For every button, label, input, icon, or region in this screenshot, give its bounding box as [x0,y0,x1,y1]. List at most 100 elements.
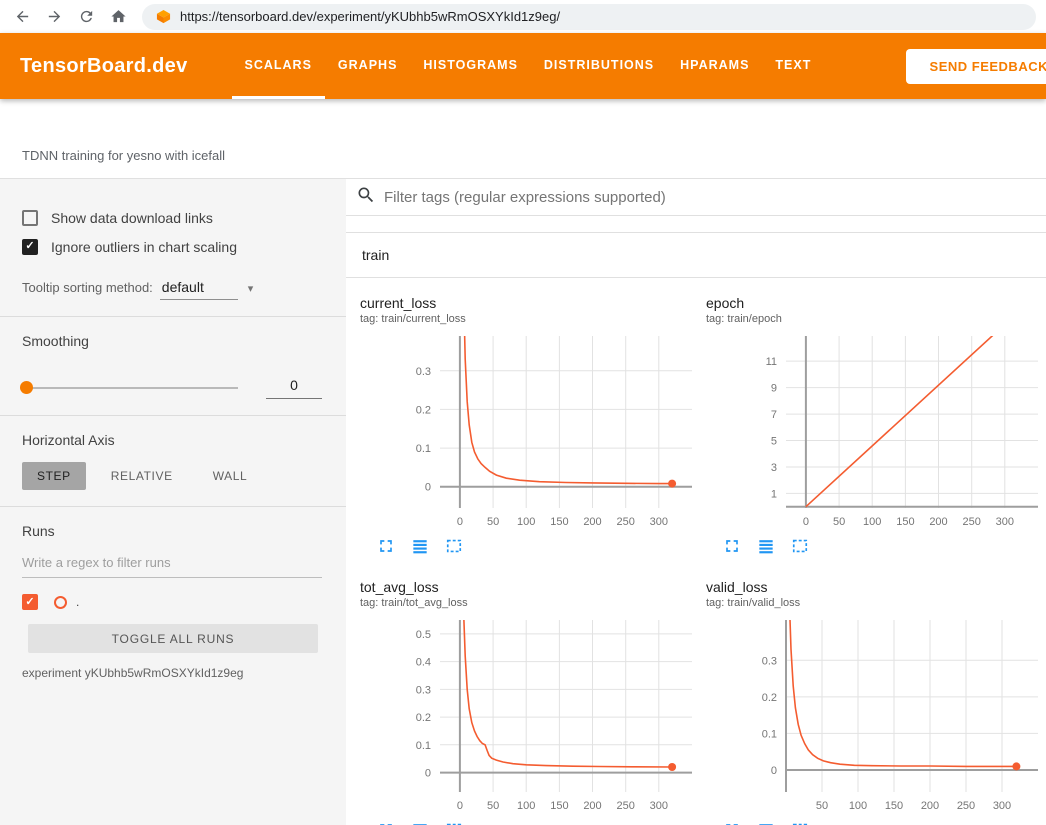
app-header: TensorBoard.dev SCALARS GRAPHS HISTOGRAM… [0,33,1046,99]
tab-histograms[interactable]: HISTOGRAMS [410,33,531,99]
toggle-y-axis-icon[interactable] [410,536,430,556]
experiment-id-caption: experiment yKUbhb5wRmOSXYkId1z9eg [22,666,322,680]
svg-text:200: 200 [583,516,601,528]
svg-text:50: 50 [816,800,828,812]
tooltip-sorting-select[interactable]: default [160,279,238,300]
chart-toolbar [376,536,706,556]
run-row[interactable]: ✓ . [22,594,322,610]
chart-tag: tag: train/current_loss [360,312,706,327]
chart-title: current_loss [360,294,706,312]
experiment-title-bar: TDNN training for yesno with icefall [0,99,1046,178]
svg-text:100: 100 [863,516,881,528]
address-bar[interactable]: https://tensorboard.dev/experiment/yKUbh… [142,4,1036,30]
slider-handle[interactable] [20,381,33,394]
svg-text:150: 150 [885,800,903,812]
svg-text:300: 300 [993,800,1011,812]
tab-graphs[interactable]: GRAPHS [325,33,410,99]
expand-chart-icon[interactable] [376,820,396,825]
svg-text:50: 50 [487,516,499,528]
run-checkbox[interactable]: ✓ [22,594,38,610]
chart-plot[interactable]: 05010015020025030000.10.20.30.40.5 [360,615,706,816]
chart-toolbar [376,820,706,825]
svg-text:250: 250 [617,516,635,528]
browser-toolbar: https://tensorboard.dev/experiment/yKUbh… [0,0,1046,33]
chart-toolbar [722,536,1046,556]
divider [0,316,346,317]
chart-plot[interactable]: 0501001502002503001357911 [706,331,1046,532]
dropdown-arrow-icon[interactable]: ▾ [248,282,254,295]
url-text[interactable]: https://tensorboard.dev/experiment/yKUbh… [180,9,560,24]
brand-title: TensorBoard.dev [20,55,188,78]
svg-text:100: 100 [517,516,535,528]
axis-relative-button[interactable]: RELATIVE [96,462,188,490]
svg-text:0.2: 0.2 [416,712,431,724]
experiment-title: TDNN training for yesno with icefall [22,148,1046,163]
svg-text:0: 0 [425,768,431,780]
fit-domain-icon[interactable] [790,820,810,825]
svg-text:5: 5 [771,436,777,448]
tab-distributions[interactable]: DISTRIBUTIONS [531,33,667,99]
tab-hparams[interactable]: HPARAMS [667,33,762,99]
horizontal-axis-buttons: STEP RELATIVE WALL [22,462,322,490]
fit-domain-icon[interactable] [444,820,464,825]
tag-filter[interactable]: Filter tags (regular expressions support… [346,179,1046,216]
toggle-y-axis-icon[interactable] [756,536,776,556]
expand-chart-icon[interactable] [722,820,742,825]
tag-group-title[interactable]: train [346,233,1046,278]
ignore-outliers-label: Ignore outliers in chart scaling [51,239,237,255]
checkbox-checked-icon[interactable]: ✓ [22,239,38,255]
fit-domain-icon[interactable] [790,536,810,556]
send-feedback-button[interactable]: SEND FEEDBACK [906,49,1046,84]
chart-title: epoch [706,294,1046,312]
run-name: . [76,595,79,609]
axis-step-button[interactable]: STEP [22,462,86,490]
svg-text:200: 200 [929,516,947,528]
tensorboard-favicon-icon [156,9,171,24]
main-panel: Filter tags (regular expressions support… [346,179,1046,825]
svg-text:50: 50 [487,800,499,812]
search-icon [356,185,376,210]
home-icon[interactable] [106,5,130,29]
tab-scalars[interactable]: SCALARS [232,33,325,99]
check-glyph: ✓ [25,597,34,608]
chart-card-valid-loss: valid_loss tag: train/valid_loss 5010015… [706,578,1046,825]
axis-wall-button[interactable]: WALL [198,462,263,490]
checkbox-unchecked-icon[interactable] [22,210,38,226]
svg-text:150: 150 [896,516,914,528]
runs-filter-input[interactable]: Write a regex to filter runs [22,555,322,578]
svg-text:50: 50 [833,516,845,528]
chart-tag: tag: train/epoch [706,312,1046,327]
svg-text:150: 150 [550,800,568,812]
svg-text:200: 200 [583,800,601,812]
chart-card-epoch: epoch tag: train/epoch 05010015020025030… [706,294,1046,556]
settings-sidebar: Show data download links ✓ Ignore outlie… [0,179,346,825]
tooltip-sorting-label: Tooltip sorting method: [22,280,153,295]
tab-text[interactable]: TEXT [762,33,824,99]
horizontal-axis-label: Horizontal Axis [22,432,322,448]
svg-text:250: 250 [617,800,635,812]
smoothing-value-input[interactable]: 0 [266,377,322,399]
toggle-all-runs-button[interactable]: TOGGLE ALL RUNS [28,624,318,653]
chart-plot[interactable]: 05010015020025030000.10.20.3 [360,331,706,532]
back-icon[interactable] [10,5,34,29]
show-download-links-row[interactable]: Show data download links [22,203,322,232]
fit-domain-icon[interactable] [444,536,464,556]
reload-icon[interactable] [74,5,98,29]
svg-text:0: 0 [457,516,463,528]
svg-text:3: 3 [771,462,777,474]
svg-text:0: 0 [771,765,777,777]
forward-icon[interactable] [42,5,66,29]
svg-text:200: 200 [921,800,939,812]
smoothing-slider[interactable] [22,387,238,389]
chart-title: valid_loss [706,578,1046,596]
toggle-y-axis-icon[interactable] [756,820,776,825]
toggle-y-axis-icon[interactable] [410,820,430,825]
svg-text:0: 0 [425,482,431,494]
chart-plot[interactable]: 5010015020025030000.10.20.3 [706,615,1046,816]
expand-chart-icon[interactable] [376,536,396,556]
svg-text:300: 300 [650,516,668,528]
svg-text:7: 7 [771,409,777,421]
ignore-outliers-row[interactable]: ✓ Ignore outliers in chart scaling [22,232,322,261]
expand-chart-icon[interactable] [722,536,742,556]
smoothing-slider-row: 0 [22,377,322,399]
